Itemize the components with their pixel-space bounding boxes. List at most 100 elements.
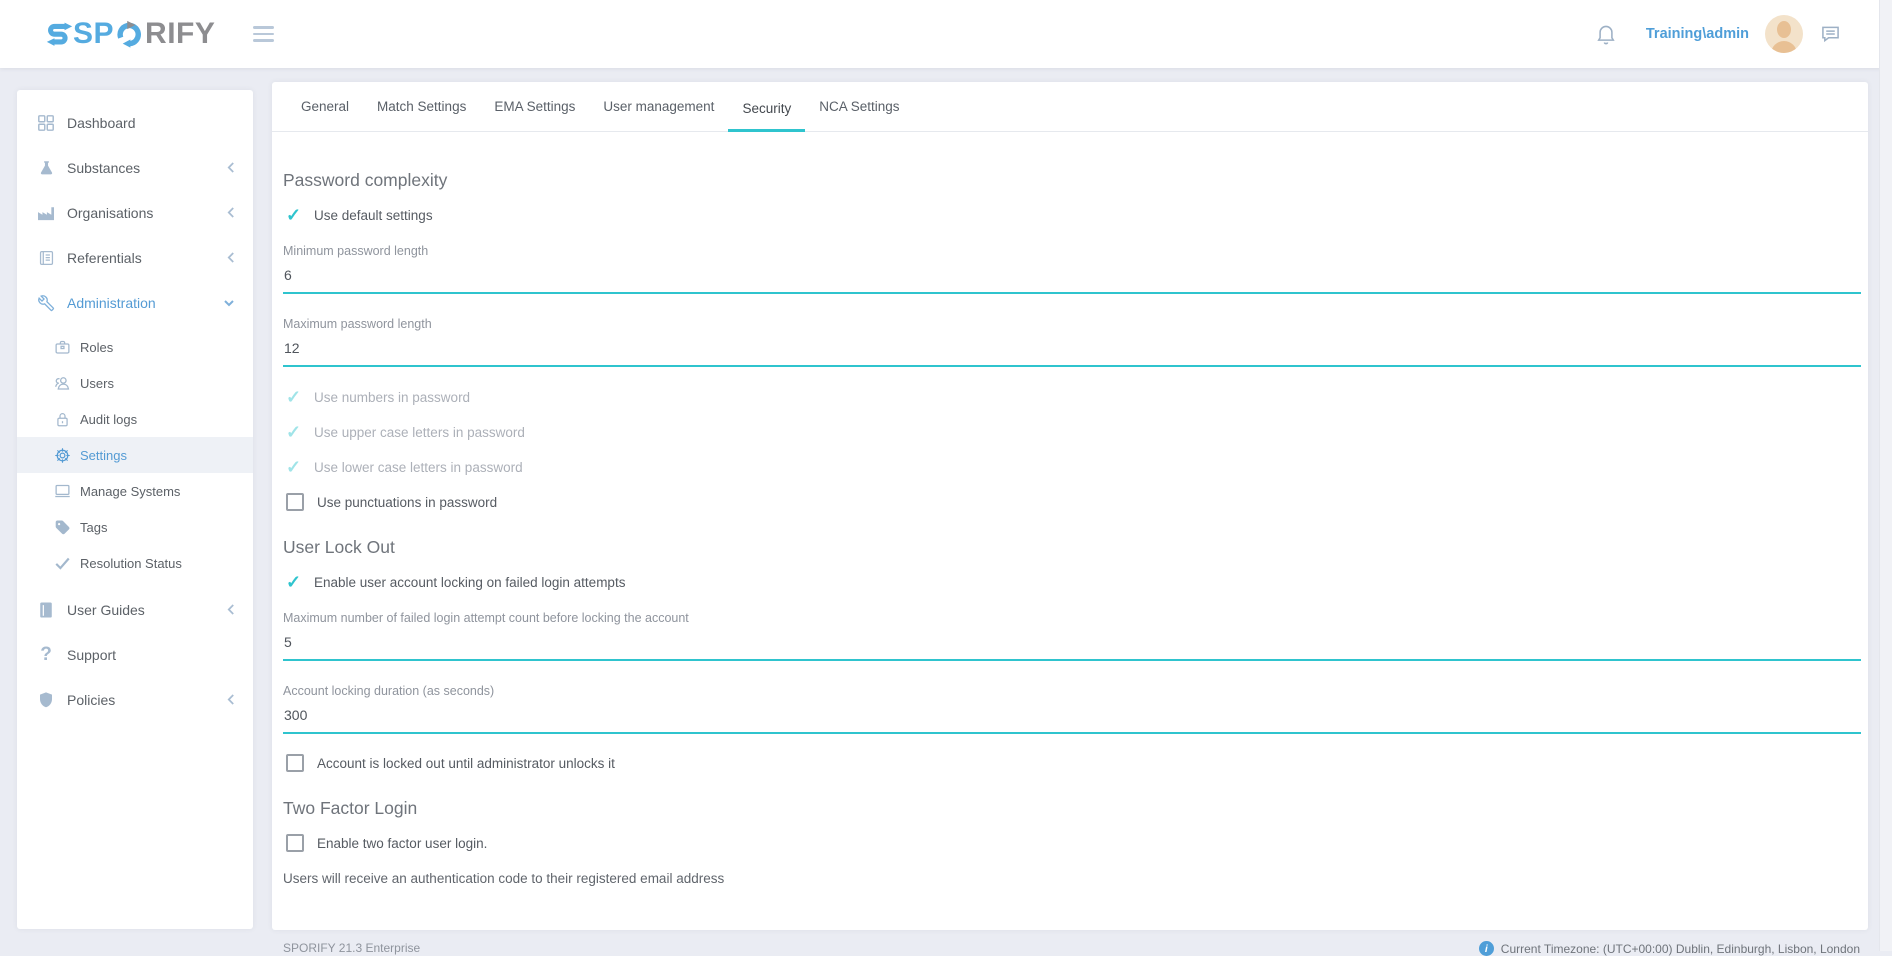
sidebar-item-referentials[interactable]: Referentials [17,235,253,280]
security-settings-content: Password complexity ✓ Use default settin… [272,132,1868,930]
sync-arrows-icon [115,20,144,49]
sidebar-item-substances[interactable]: Substances [17,145,253,190]
sidebar-item-manage-systems[interactable]: Manage Systems [17,473,253,509]
tab-security[interactable]: Security [728,101,805,132]
checkmark-icon: ✓ [283,573,304,591]
checkbox-label: Enable user account locking on failed lo… [314,575,625,590]
question-icon: ? [36,645,56,665]
checkbox-label: Use numbers in password [314,390,470,405]
monitor-icon [53,482,71,500]
sidebar-item-resolution-status[interactable]: Resolution Status [17,545,253,581]
sidebar-item-label: Users [80,376,114,391]
sidebar-item-label: Resolution Status [80,556,182,571]
max-password-length-input[interactable] [283,340,1861,367]
sidebar-item-label: Substances [67,160,227,176]
checkbox-label: Use default settings [314,208,433,223]
lock-icon [53,410,71,428]
checkbox-enable-account-locking[interactable]: ✓ Enable user account locking on failed … [283,570,1861,594]
timezone-info: i Current Timezone: (UTC+00:00) Dublin, … [1479,941,1860,956]
shield-icon [36,690,56,710]
top-header: SP RIFY Training\admin [0,0,1892,68]
empty-checkbox [286,834,304,852]
header-right: Training\admin [1596,15,1840,53]
app-version: SPORIFY 21.3 Enterprise [283,941,420,955]
section-title-password-complexity: Password complexity [283,170,1861,191]
chevron-down-icon [223,299,235,307]
password-options: ✓ Use numbers in password ✓ Use upper ca… [283,385,1861,514]
field-label: Minimum password length [283,244,1861,258]
factory-icon [36,203,56,223]
sidebar-item-label: Support [67,647,235,663]
sidebar-item-label: Referentials [67,250,227,266]
checkbox-admin-unlock[interactable]: Account is locked out until administrato… [283,751,1861,775]
max-failed-attempts-input[interactable] [283,634,1861,661]
avatar[interactable] [1765,15,1803,53]
page-scrollbar[interactable] [1879,0,1892,951]
checkbox-use-punctuations[interactable]: Use punctuations in password [283,490,1861,514]
checkbox-label: Enable two factor user login. [317,836,487,851]
tab-nca-settings[interactable]: NCA Settings [805,99,913,132]
question-glyph: ? [40,645,52,664]
sidebar-item-label: User Guides [67,602,227,618]
comment-icon[interactable] [1821,25,1840,43]
field-label: Maximum number of failed login attempt c… [283,611,1861,625]
settings-tabs: General Match Settings EMA Settings User… [272,82,1868,132]
sidebar-item-label: Administration [67,295,223,311]
app-logo[interactable]: SP RIFY [46,19,215,49]
sidebar-item-label: Roles [80,340,113,355]
tag-icon [53,518,71,536]
timezone-text: Current Timezone: (UTC+00:00) Dublin, Ed… [1501,942,1860,956]
checkbox-enable-two-factor[interactable]: Enable two factor user login. [283,831,1861,855]
sidebar-item-label: Manage Systems [80,484,180,499]
main-panel: General Match Settings EMA Settings User… [272,82,1868,930]
checkmark-icon: ✓ [283,423,304,441]
sidebar: Dashboard Substances Organisations [17,90,253,929]
two-factor-help-text: Users will receive an authentication cod… [283,871,1861,886]
tab-ema-settings[interactable]: EMA Settings [480,99,589,132]
people-icon [53,374,71,392]
empty-checkbox [286,754,304,772]
bell-icon[interactable] [1596,23,1616,45]
field-max-failed-attempts: Maximum number of failed login attempt c… [283,605,1861,661]
grid-icon [36,113,56,133]
checkmark-icon: ✓ [283,458,304,476]
sidebar-item-support[interactable]: ? Support [17,632,253,677]
checkbox-use-uppercase[interactable]: ✓ Use upper case letters in password [283,420,1861,444]
user-menu[interactable]: Training\admin [1646,26,1749,42]
footer: SPORIFY 21.3 Enterprise i Current Timezo… [283,941,1860,956]
sidebar-item-label: Organisations [67,205,227,221]
tab-user-management[interactable]: User management [589,99,728,132]
sidebar-item-user-guides[interactable]: User Guides [17,587,253,632]
tab-general[interactable]: General [287,99,363,132]
min-password-length-input[interactable] [283,267,1861,294]
hamburger-icon[interactable] [253,26,274,42]
field-label: Maximum password length [283,317,1861,331]
chevron-left-icon [227,206,235,219]
lock-duration-input[interactable] [283,707,1861,734]
sidebar-item-settings[interactable]: Settings [17,437,253,473]
sidebar-item-organisations[interactable]: Organisations [17,190,253,235]
tab-match-settings[interactable]: Match Settings [363,99,480,132]
checkbox-use-numbers[interactable]: ✓ Use numbers in password [283,385,1861,409]
info-icon: i [1479,941,1494,956]
flask-icon [36,158,56,178]
sidebar-item-tags[interactable]: Tags [17,509,253,545]
sidebar-item-dashboard[interactable]: Dashboard [17,100,253,145]
field-lock-duration: Account locking duration (as seconds) [283,678,1861,734]
sidebar-item-label: Policies [67,692,227,708]
logo-text-blue: SP [73,19,114,49]
page: SP RIFY Training\admin [0,0,1892,951]
chevron-left-icon [227,161,235,174]
sidebar-item-administration[interactable]: Administration [17,280,253,325]
checkbox-use-lowercase[interactable]: ✓ Use lower case letters in password [283,455,1861,479]
chevron-left-icon [227,251,235,264]
briefcase-icon [53,338,71,356]
sidebar-item-policies[interactable]: Policies [17,677,253,722]
sidebar-item-audit-logs[interactable]: Audit logs [17,401,253,437]
section-title-user-lock-out: User Lock Out [283,537,1861,558]
sidebar-item-label: Tags [80,520,107,535]
sidebar-item-roles[interactable]: Roles [17,329,253,365]
checkmark-icon: ✓ [283,388,304,406]
sidebar-item-users[interactable]: Users [17,365,253,401]
checkbox-use-default-settings[interactable]: ✓ Use default settings [283,203,1861,227]
